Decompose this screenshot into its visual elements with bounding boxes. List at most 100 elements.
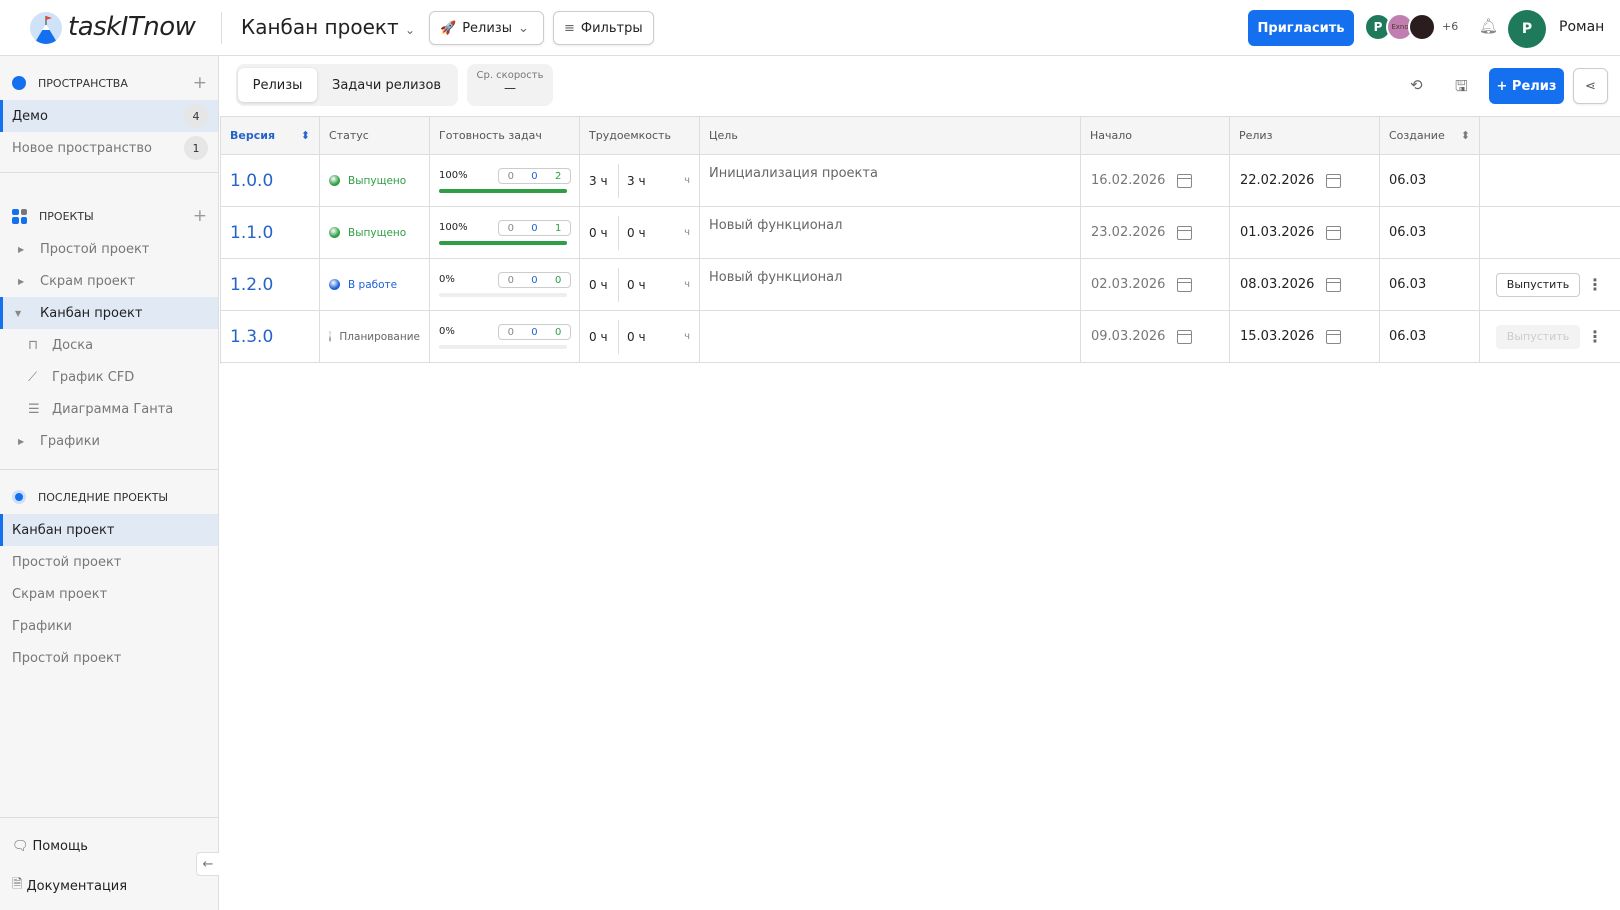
add-release-button[interactable]: + Релиз [1489,68,1564,104]
recent-item[interactable]: Графики [0,610,218,642]
release-date-cell[interactable]: 08.03.2026 [1230,259,1380,311]
pie-chart-icon [12,76,26,90]
calendar-icon[interactable] [1177,277,1193,292]
sidebar-sub-cfd[interactable]: ⟋ График CFD [0,361,218,393]
sidebar-project-kanban[interactable]: ▼ Канбан проект [0,297,218,329]
release-date-cell[interactable]: 22.02.2026 [1230,155,1380,207]
column-header[interactable]: Версия ⬍ [221,116,320,155]
unit-label: ч [684,279,690,290]
start-date-cell[interactable]: 09.03.2026 [1081,311,1230,363]
history-icon[interactable]: ⟲ [1410,76,1423,94]
help-link[interactable]: 🗨︎ Помощь [0,830,218,862]
status-label: Выпущено [348,174,407,187]
count-progress: 0 [531,170,538,182]
column-header[interactable]: Создание ⬍ [1380,116,1480,155]
sort-icon[interactable]: ⬍ [301,129,310,142]
count-progress: 0 [531,326,538,338]
status-cell: Выпущено [320,207,430,259]
sidebar-sub-board[interactable]: ⊓ Доска [0,329,218,361]
calendar-icon[interactable] [1326,277,1342,292]
more-icon[interactable]: ⋮ [1587,275,1603,294]
sidebar-space-demo[interactable]: Демо 4 [0,100,218,132]
divider [0,469,218,470]
recent-item[interactable]: Скрам проект [0,578,218,610]
recent-item[interactable]: Простой проект [0,546,218,578]
docs-link[interactable]: 🗎︎ Документация [0,870,218,902]
goal-cell[interactable] [700,311,1081,363]
effort-cell[interactable]: 0 ч 0 ч ч [580,259,700,311]
count-progress: 0 [531,274,538,286]
calendar-icon[interactable] [1177,173,1193,188]
bell-icon[interactable]: 🔔︎ [1479,17,1498,35]
document-icon: 🗎︎ [12,877,23,892]
add-project-icon[interactable]: + [193,206,207,226]
goal-cell[interactable]: Новый функционал [700,259,1081,311]
goal-cell[interactable]: Новый функционал [700,207,1081,259]
recent-label: Скрам проект [12,586,108,602]
start-date-cell[interactable]: 02.03.2026 [1081,259,1230,311]
user-name[interactable]: Роман [1559,19,1604,35]
share-icon[interactable]: ⋖ [1573,68,1608,104]
version-cell[interactable]: 1.1.0 [221,207,320,259]
recent-item[interactable]: Простой проект [0,642,218,674]
version-cell[interactable]: 1.2.0 [221,259,320,311]
calendar-icon[interactable] [1326,329,1342,344]
calendar-icon[interactable] [1326,225,1342,240]
effort-cell[interactable]: 0 ч 0 ч ч [580,311,700,363]
project-title[interactable]: Канбан проект ⌄ [241,15,415,39]
column-header-label: Трудоемкость [589,129,671,142]
start-date-cell[interactable]: 23.02.2026 [1081,207,1230,259]
progress-percent: 100% [439,170,468,181]
column-header: Готовность задач [430,116,580,155]
progress-bar [439,345,567,349]
goal-cell[interactable]: Инициализация проекта [700,155,1081,207]
avatar [1408,13,1436,41]
more-icon[interactable]: ⋮ [1587,327,1603,346]
goal-text: Инициализация проекта [709,166,878,181]
sidebar-sub-gantt[interactable]: ☰ Диаграмма Ганта [0,393,218,425]
save-icon[interactable]: 🖫 [1455,76,1468,101]
created-cell: 06.03 [1380,311,1480,363]
collapse-sidebar-button[interactable]: ← [196,852,219,876]
progress-cell: 100% 0 0 2 [430,155,580,207]
column-header-label: Цель [709,129,738,142]
version-cell[interactable]: 1.0.0 [221,155,320,207]
estimate-value: 0 ч [589,267,619,302]
sidebar-project-charts[interactable]: ▶ Графики [0,425,218,457]
tab-releases[interactable]: Релизы [238,68,317,102]
release-button[interactable]: Выпустить [1496,272,1580,297]
release-date-cell[interactable]: 01.03.2026 [1230,207,1380,259]
sidebar-project-simple[interactable]: ▶ Простой проект [0,233,218,265]
column-header: Статус [320,116,430,155]
user-avatar[interactable]: Р [1508,10,1546,48]
progress-bar [439,293,567,297]
created-cell: 06.03 [1380,155,1480,207]
sidebar-space-new[interactable]: Новое пространство 1 [0,132,218,164]
space-label: Демо [12,108,48,124]
version-cell[interactable]: 1.3.0 [221,311,320,363]
effort-cell[interactable]: 0 ч 0 ч ч [580,207,700,259]
start-date-cell[interactable]: 16.02.2026 [1081,155,1230,207]
start-date: 16.02.2026 [1091,173,1166,188]
invite-button[interactable]: Пригласить [1248,10,1354,46]
recent-item[interactable]: Канбан проект [0,514,218,546]
add-space-icon[interactable]: + [193,73,207,93]
calendar-icon[interactable] [1177,329,1193,344]
release-date-cell[interactable]: 15.03.2026 [1230,311,1380,363]
calendar-icon[interactable] [1326,173,1342,188]
release-button[interactable]: Выпустить [1496,324,1580,349]
releases-dropdown[interactable]: 🚀 Релизы ⌄ [429,11,544,45]
estimate-value: 0 ч [589,319,619,354]
recent-label: Канбан проект [12,522,115,538]
effort-cell[interactable]: 3 ч 3 ч ч [580,155,700,207]
column-header: Трудоемкость [580,116,700,155]
chat-icon: 🗨︎ [12,838,29,854]
sort-icon[interactable]: ⬍ [1461,129,1470,142]
status-label: Планирование [339,330,420,343]
tab-release-tasks[interactable]: Задачи релизов [332,68,441,102]
calendar-icon[interactable] [1177,225,1193,240]
version-link: 1.3.0 [230,326,274,347]
sidebar-project-scrum[interactable]: ▶ Скрам проект [0,265,218,297]
team-avatars[interactable]: Р Exno +6 [1364,13,1458,41]
filters-button[interactable]: ≡ Фильтры [553,11,654,45]
